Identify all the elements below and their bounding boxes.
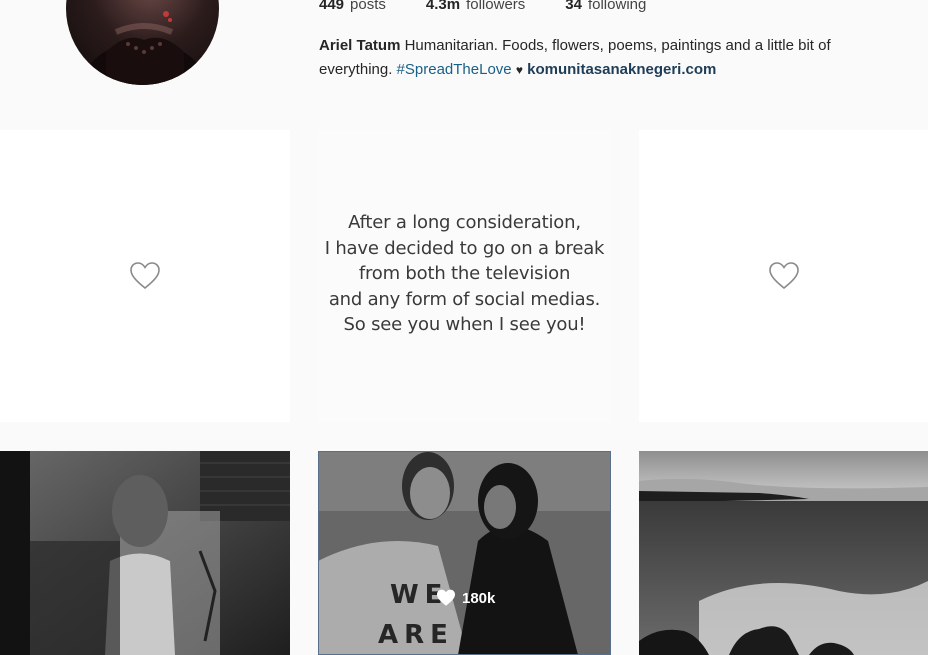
- profile-bio: Ariel Tatum Humanitarian. Foods, flowers…: [319, 34, 879, 82]
- post-like-count: 180k: [436, 589, 495, 607]
- quote-line: So see you when I see you!: [343, 314, 586, 335]
- post-tile[interactable]: [639, 130, 928, 422]
- post-tile-photo-hover[interactable]: WE ARE 180k: [318, 451, 611, 655]
- profile-page: 449 posts 4.3m followers 34 following Ar…: [0, 0, 928, 655]
- following-count[interactable]: 34 following: [565, 0, 646, 14]
- post-tile-photo[interactable]: [639, 451, 928, 655]
- post-hover-overlay: [318, 451, 611, 655]
- posts-count-label: posts: [350, 0, 386, 13]
- quote-line: from both the television: [358, 263, 571, 284]
- heart-outline-icon: [130, 262, 160, 290]
- post-tile[interactable]: [0, 130, 290, 422]
- quote-text: After a long consideration, I have decid…: [318, 210, 611, 338]
- photo-woman-window: [0, 451, 290, 655]
- followers-count[interactable]: 4.3m followers: [426, 0, 525, 14]
- quote-line: I have decided to go on a break: [324, 237, 605, 259]
- quote-line: and any form of social medias.: [328, 288, 601, 310]
- photo-seascape: [639, 451, 928, 655]
- profile-avatar[interactable]: [66, 0, 219, 85]
- profile-name: Ariel Tatum: [319, 37, 401, 54]
- following-count-label: following: [587, 0, 647, 13]
- like-count-text: 180k: [462, 589, 496, 607]
- posts-count-number: 449: [319, 0, 345, 13]
- following-count-number: 34: [565, 0, 582, 13]
- heart-filled-icon: [437, 589, 455, 606]
- heart-outline-icon: [768, 262, 799, 290]
- followers-count-label: followers: [466, 0, 526, 13]
- quote-line: After a long consideration,: [348, 212, 581, 233]
- post-tile-photo[interactable]: [0, 451, 290, 655]
- followers-count-number: 4.3m: [425, 0, 461, 13]
- profile-stats: 449 posts 4.3m followers 34 following: [319, 0, 646, 14]
- posts-count: 449 posts: [319, 0, 386, 14]
- heart-icon: ♥: [515, 63, 523, 77]
- post-tile-quote[interactable]: After a long consideration, I have decid…: [318, 130, 611, 422]
- bio-hashtag-link[interactable]: #SpreadTheLove: [397, 61, 512, 78]
- website-link[interactable]: komunitasanaknegeri.com: [527, 61, 716, 78]
